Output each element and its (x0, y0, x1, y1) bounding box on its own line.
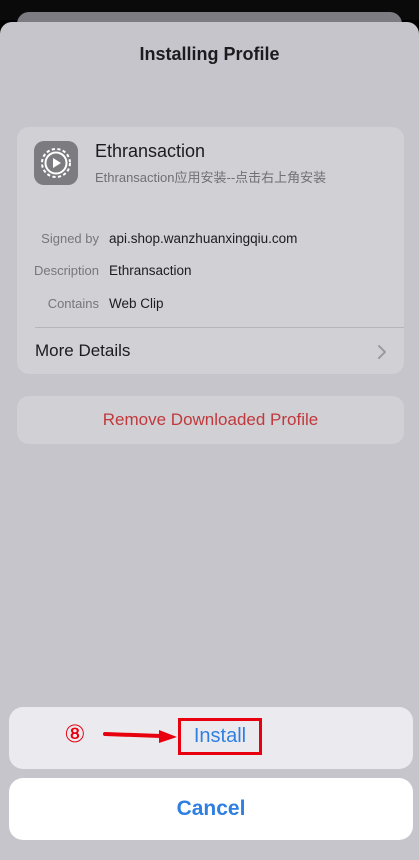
profile-name: Ethransaction (95, 141, 206, 161)
signed-by-label: Signed by (41, 231, 99, 246)
description-label: Description (33, 263, 99, 278)
install-action-group: ⑧ Install (9, 707, 413, 769)
cancel-button[interactable]: Cancel (9, 778, 413, 840)
gear-play-icon (34, 141, 78, 185)
profile-card: Ethransaction Ethransaction应用安装--点击右上角安装… (17, 127, 404, 374)
step-marker: ⑧ (64, 721, 86, 748)
sheet-title: Installing Profile (139, 44, 280, 64)
more-details-label: More Details (35, 341, 131, 360)
gear-play-icon-graphic (41, 148, 71, 178)
install-button[interactable]: Install (178, 718, 262, 755)
chevron-right-icon (378, 345, 386, 359)
description-value: Ethransaction (109, 263, 192, 278)
profile-subtitle: Ethransaction应用安装--点击右上角安装 (95, 170, 327, 185)
remove-downloaded-profile-button[interactable]: Remove Downloaded Profile (17, 396, 404, 444)
card-divider (35, 327, 404, 328)
contains-value: Web Clip (109, 296, 164, 311)
annotation-arrow-icon (103, 730, 177, 743)
contains-label: Contains (47, 296, 99, 311)
signed-by-value: api.shop.wanzhuanxingqiu.com (109, 231, 298, 246)
